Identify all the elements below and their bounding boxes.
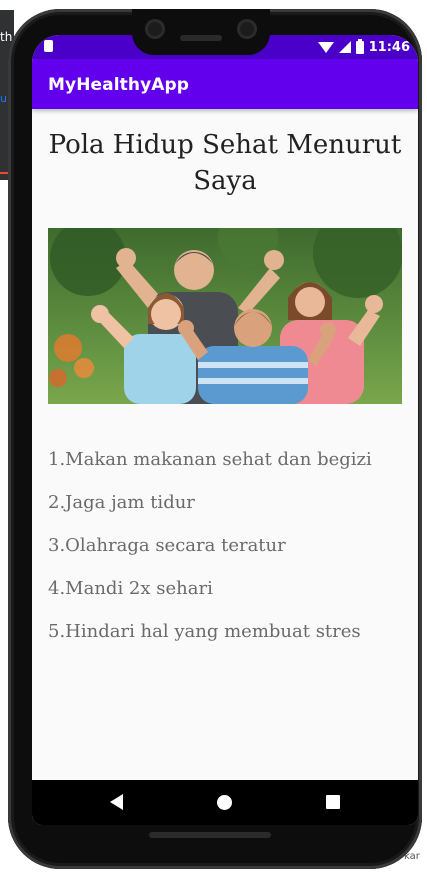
app-bar: MyHealthyApp [32, 59, 418, 109]
front-camera-icon [237, 19, 257, 39]
status-icons: 11:46 [317, 38, 410, 56]
list-item: 5.Hindari hal yang membuat stres [48, 621, 361, 642]
back-icon[interactable] [110, 794, 123, 810]
background-window-text-bottom: kar [404, 851, 420, 862]
device-notch [132, 9, 270, 55]
cell-signal-icon [338, 41, 351, 53]
family-photo [48, 228, 402, 404]
navigation-bar [32, 780, 418, 825]
list-item: 2.Jaga jam tidur [48, 492, 195, 513]
device-screen: 11:46 MyHealthyApp Pola Hidup Sehat Menu… [32, 35, 418, 825]
status-time: 11:46 [368, 39, 410, 55]
bottom-speaker [149, 832, 271, 838]
earpiece-speaker [180, 35, 222, 41]
device-frame: 11:46 MyHealthyApp Pola Hidup Sehat Menu… [8, 9, 422, 869]
recents-icon[interactable] [326, 795, 340, 809]
sim-card-icon [44, 40, 53, 52]
tips-list: 1.Makan makanan sehat dan begizi 2.Jaga … [48, 448, 408, 663]
home-icon[interactable] [217, 795, 232, 810]
list-item: 4.Mandi 2x sehari [48, 578, 213, 599]
front-camera-icon [145, 19, 165, 39]
page-heading: Pola Hidup Sehat Menurut Saya [48, 130, 402, 196]
wifi-icon [317, 41, 334, 53]
list-item: 1.Makan makanan sehat dan begizi [48, 449, 372, 470]
list-item: 3.Olahraga secara teratur [48, 535, 286, 556]
battery-icon [355, 38, 364, 54]
app-title: MyHealthyApp [48, 75, 190, 95]
